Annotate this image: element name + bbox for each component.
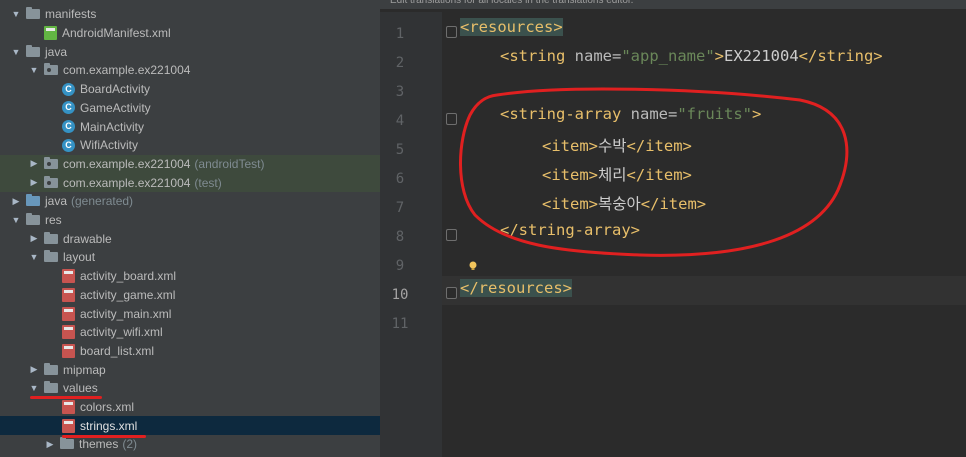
class-icon: C — [62, 138, 75, 152]
code-line-4[interactable]: <string-array name="fruits"> — [500, 105, 761, 123]
annotation-underline-strings — [62, 435, 146, 438]
line-number: 6 — [395, 171, 405, 187]
tree-item-package[interactable]: ▼ com.example.ex221004 — [0, 61, 380, 80]
chevron-down-icon[interactable]: ▼ — [28, 252, 40, 262]
tree-item-layout-file[interactable]: activity_main.xml — [0, 304, 380, 323]
chevron-down-icon[interactable]: ▼ — [10, 215, 22, 225]
line-number: 8 — [395, 229, 405, 245]
code-line-10[interactable]: </resources> — [460, 279, 572, 297]
line-number: 4 — [395, 113, 405, 129]
chevron-right-icon[interactable]: ▶ — [28, 233, 40, 244]
code-editor[interactable]: Edit translations for all locales in the… — [380, 0, 966, 457]
annotation-underline-values — [30, 396, 102, 399]
line-number: 9 — [395, 258, 405, 274]
resource-folder-icon — [26, 213, 40, 226]
line-number: 7 — [395, 200, 405, 216]
tree-item-drawable[interactable]: ▶ drawable — [0, 229, 380, 248]
tree-item-class-board[interactable]: C BoardActivity — [0, 80, 380, 99]
editor-gutter: 1 2 3 4 5 6 7 8 9 10 11 — [380, 12, 442, 457]
folder-icon — [26, 7, 40, 20]
folder-icon — [44, 362, 58, 375]
line-number: 11 — [391, 316, 409, 332]
folder-icon — [60, 437, 74, 450]
xml-file-icon — [62, 343, 75, 358]
tree-item-class-main[interactable]: C MainActivity — [0, 117, 380, 136]
chevron-right-icon[interactable]: ▶ — [28, 158, 40, 169]
chevron-right-icon[interactable]: ▶ — [28, 177, 40, 188]
translations-banner: Edit translations for all locales in the… — [380, 0, 966, 9]
xml-file-icon — [62, 269, 75, 284]
chevron-down-icon[interactable]: ▼ — [10, 9, 22, 19]
tree-item-package-android-test[interactable]: ▶ com.example.ex221004 (androidTest) — [0, 154, 380, 174]
line-number: 3 — [395, 84, 405, 100]
tree-item-strings[interactable]: strings.xml — [0, 416, 380, 436]
fold-marker-icon[interactable] — [446, 287, 457, 299]
manifest-file-icon — [44, 26, 57, 41]
folder-icon — [26, 44, 40, 57]
chevron-down-icon[interactable]: ▼ — [10, 47, 22, 57]
tree-item-layout-file[interactable]: board_list.xml — [0, 342, 380, 361]
tree-item-res[interactable]: ▼ res — [0, 211, 380, 230]
package-icon — [44, 175, 58, 188]
tree-item-colors[interactable]: colors.xml — [0, 398, 380, 417]
xml-file-icon — [62, 287, 75, 302]
fold-marker-icon[interactable] — [446, 113, 457, 125]
xml-file-icon — [62, 306, 75, 321]
xml-file-icon — [62, 418, 75, 433]
code-line-6[interactable]: <item>체리</item> — [542, 163, 692, 185]
xml-file-icon — [62, 400, 75, 415]
code-line-5[interactable]: <item>수박</item> — [542, 134, 692, 156]
chevron-right-icon[interactable]: ▶ — [10, 196, 22, 207]
tree-item-class-game[interactable]: C GameActivity — [0, 99, 380, 118]
tree-item-mipmap[interactable]: ▶ mipmap — [0, 360, 380, 379]
tree-item-java[interactable]: ▼ java — [0, 42, 380, 61]
line-number: 5 — [395, 142, 405, 158]
code-line-7[interactable]: <item>복숭아</item> — [542, 192, 706, 214]
chevron-right-icon[interactable]: ▶ — [44, 439, 56, 450]
code-line-2[interactable]: <string name="app_name">EX221004</string… — [500, 47, 883, 65]
package-icon — [44, 156, 58, 169]
tree-item-values[interactable]: ▼ values — [0, 379, 380, 398]
fold-marker-icon[interactable] — [446, 26, 457, 38]
line-number-current: 10 — [391, 287, 409, 303]
tree-item-themes[interactable]: ▶ themes (2) — [0, 435, 380, 454]
line-number: 1 — [395, 26, 405, 42]
tree-item-layout-file[interactable]: activity_board.xml — [0, 267, 380, 286]
project-tree: ▼ manifests AndroidManifest.xml ▼ java ▼… — [0, 0, 380, 457]
chevron-down-icon[interactable]: ▼ — [28, 65, 40, 75]
code-line-1[interactable]: <resources> — [460, 18, 563, 36]
class-icon: C — [62, 120, 75, 134]
chevron-down-icon[interactable]: ▼ — [28, 383, 40, 393]
folder-icon — [44, 381, 58, 394]
class-icon: C — [62, 82, 75, 96]
lightbulb-icon[interactable] — [468, 261, 478, 271]
tree-item-android-manifest[interactable]: AndroidManifest.xml — [0, 24, 380, 43]
fold-marker-icon[interactable] — [446, 229, 457, 241]
tree-item-layout-file[interactable]: activity_wifi.xml — [0, 323, 380, 342]
chevron-right-icon[interactable]: ▶ — [28, 364, 40, 375]
tree-item-class-wifi[interactable]: C WifiActivity — [0, 136, 380, 155]
tree-item-layout-file[interactable]: activity_game.xml — [0, 286, 380, 305]
line-number: 2 — [395, 55, 405, 71]
code-line-8[interactable]: </string-array> — [500, 221, 640, 239]
class-icon: C — [62, 101, 75, 115]
folder-icon — [44, 250, 58, 263]
tree-item-layout[interactable]: ▼ layout — [0, 248, 380, 267]
tree-item-java-generated[interactable]: ▶ java (generated) — [0, 192, 380, 211]
tree-item-package-test[interactable]: ▶ com.example.ex221004 (test) — [0, 173, 380, 192]
package-icon — [44, 63, 58, 76]
xml-file-icon — [62, 325, 75, 340]
tree-item-manifests[interactable]: ▼ manifests — [0, 5, 380, 24]
generated-folder-icon — [26, 194, 40, 207]
folder-icon — [44, 231, 58, 244]
